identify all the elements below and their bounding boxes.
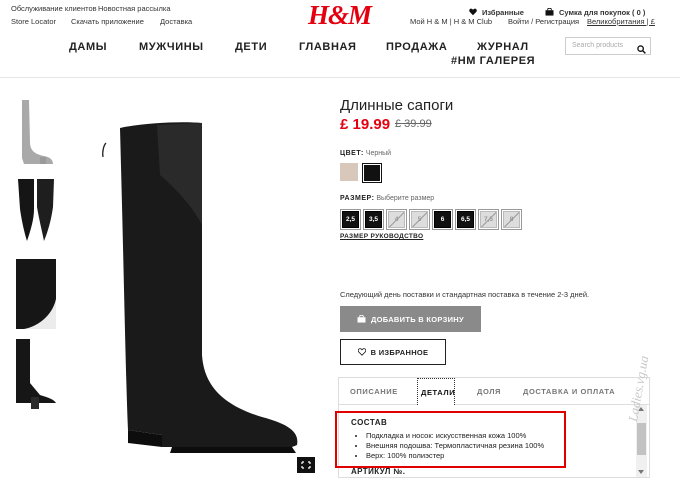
tabs-divider: [338, 404, 650, 405]
size-option[interactable]: 3,5: [363, 209, 384, 230]
size-guide-link[interactable]: РАЗМЕР РУКОВОДСТВО: [340, 233, 423, 240]
thumbnail-4[interactable]: [16, 339, 56, 409]
add-to-favorites-label: В ИЗБРАННОЕ: [370, 347, 429, 357]
tab-details-label: ДЕТАЛИ: [421, 388, 456, 397]
size-option-label: 8: [503, 211, 520, 228]
download-app-link[interactable]: Скачать приложение: [71, 17, 144, 26]
size-option[interactable]: 6: [432, 209, 453, 230]
nav-magazine[interactable]: ЖУРНАЛ: [477, 41, 529, 53]
customer-service-link[interactable]: Обслуживание клиентов: [11, 4, 97, 13]
login-register-link[interactable]: Войти / Регистрация: [508, 17, 579, 26]
size-hint: Выберите размер: [376, 195, 435, 202]
size-selector: 2,5 3,5 4 5 6 6,5 7,5 8: [340, 209, 522, 230]
add-to-bag-button[interactable]: ДОБАВИТЬ В КОРЗИНУ: [340, 306, 481, 332]
size-option-label: 6,5: [457, 211, 474, 228]
nav-ladies[interactable]: ДАМЫ: [69, 41, 107, 53]
header-divider: [0, 77, 680, 78]
product-main-image[interactable]: [62, 85, 324, 470]
size-row-label: РАЗМЕР: Выберите размер: [340, 195, 434, 202]
add-to-bag-label: ДОБАВИТЬ В КОРЗИНУ: [371, 314, 464, 324]
region-selector[interactable]: Великобритания | £: [587, 17, 655, 26]
newsletter-link[interactable]: Новостная рассылка: [98, 4, 171, 13]
delivery-info: Следующий день поставки и стандартная по…: [340, 290, 590, 299]
size-option[interactable]: 6,5: [455, 209, 476, 230]
size-label: РАЗМЕР:: [340, 195, 375, 202]
product-price: £ 19.99: [340, 116, 391, 133]
color-row: ЦВЕТ: Черный: [340, 150, 391, 157]
thumbnail-3[interactable]: [16, 259, 56, 329]
size-option[interactable]: 5: [409, 209, 430, 230]
search-placeholder: Search products: [572, 42, 623, 49]
thumbnail-1[interactable]: [16, 98, 56, 168]
color-swatch-black[interactable]: [362, 163, 382, 183]
tab-description[interactable]: ОПИСАНИЕ: [350, 387, 398, 396]
bag-icon: [357, 310, 366, 328]
nav-men[interactable]: МУЖЧИНЫ: [139, 41, 204, 53]
tab-details[interactable]: ДЕТАЛИ: [417, 378, 455, 405]
scrollbar-thumb[interactable]: [637, 423, 646, 455]
size-option-label: 7,5: [480, 211, 497, 228]
nav-sale[interactable]: ПРОДАЖА: [386, 41, 447, 53]
shopping-bag-label: Сумка для покупок ( 0 ): [559, 7, 646, 17]
color-value: Черный: [365, 150, 392, 157]
size-option-label: 5: [411, 211, 428, 228]
delivery-link[interactable]: Доставка: [160, 17, 192, 26]
favorites-label: Избранные: [482, 7, 524, 17]
product-old-price: £ 39.99: [395, 118, 432, 130]
color-swatch-beige[interactable]: [340, 163, 358, 181]
nav-gallery[interactable]: #НМ ГАЛЕРЕЯ: [451, 55, 535, 67]
add-to-favorites-button[interactable]: В ИЗБРАННОЕ: [340, 339, 446, 365]
nav-home[interactable]: ГЛАВНАЯ: [299, 41, 357, 53]
tab-delivery-payment[interactable]: ДОСТАВКА И ОПЛАТА: [523, 387, 615, 396]
scroll-down-icon[interactable]: [638, 470, 644, 474]
store-locator-link[interactable]: Store Locator: [11, 17, 56, 26]
size-option[interactable]: 2,5: [340, 209, 361, 230]
fullscreen-icon[interactable]: [297, 457, 315, 473]
size-option-label: 2,5: [342, 211, 359, 228]
heart-outline-icon: [357, 343, 366, 361]
size-option[interactable]: 4: [386, 209, 407, 230]
thumbnail-2[interactable]: [16, 179, 56, 249]
size-option-label: 3,5: [365, 211, 382, 228]
product-title: Длинные сапоги: [340, 97, 454, 114]
color-label: ЦВЕТ:: [340, 150, 364, 157]
composition-highlight: [335, 411, 566, 468]
account-link[interactable]: Мой H & M | H & M Club: [410, 17, 492, 26]
nav-kids[interactable]: ДЕТИ: [235, 41, 267, 53]
tab-share[interactable]: ДОЛЯ: [477, 387, 501, 396]
size-option-label: 4: [388, 211, 405, 228]
article-number-label: АРТИКУЛ №.: [351, 467, 406, 476]
hm-logo[interactable]: H&M: [308, 0, 372, 31]
search-icon[interactable]: [637, 41, 646, 59]
size-option-label: 6: [434, 211, 451, 228]
size-option[interactable]: 7,5: [478, 209, 499, 230]
size-option[interactable]: 8: [501, 209, 522, 230]
